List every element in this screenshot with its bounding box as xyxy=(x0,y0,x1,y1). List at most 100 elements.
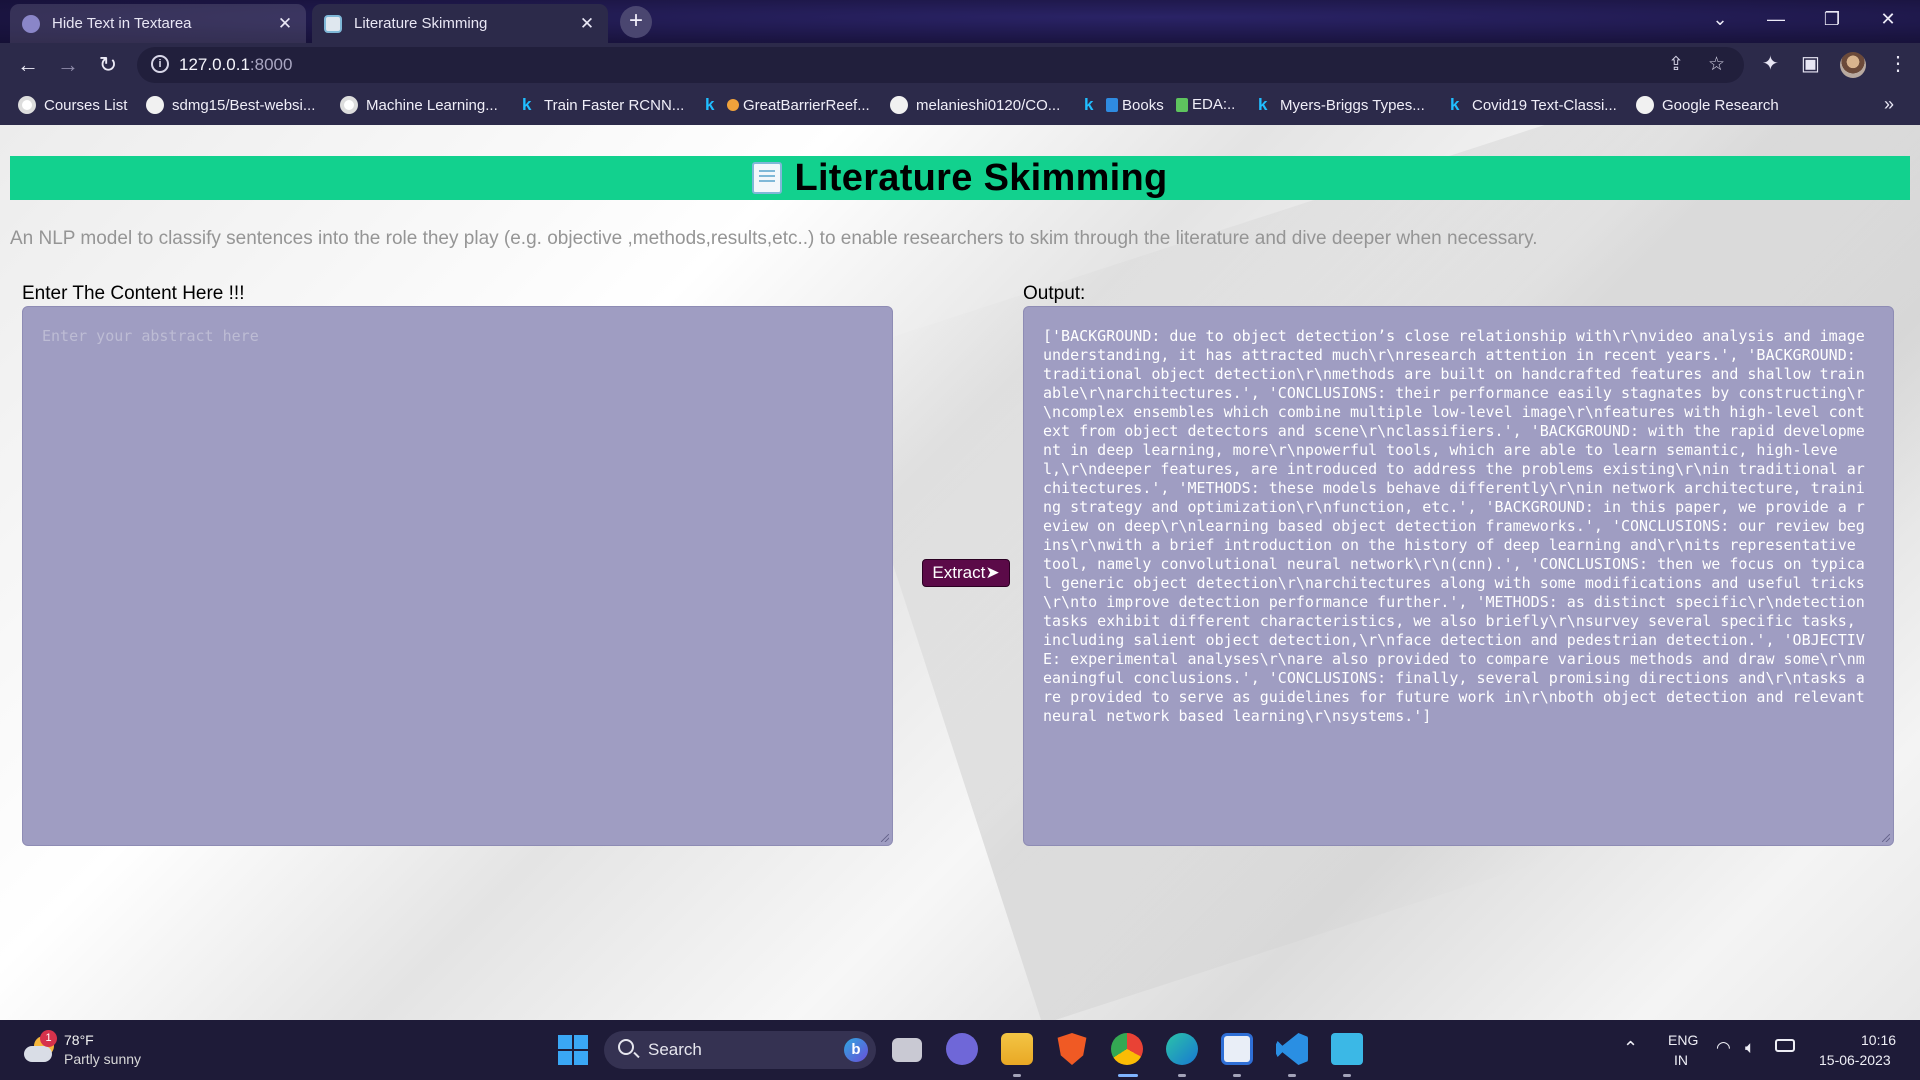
resize-handle-icon[interactable] xyxy=(1882,834,1890,842)
kaggle-icon: k xyxy=(705,95,715,114)
url-host: 127.0.0.1 xyxy=(179,55,250,74)
extract-button[interactable]: Extract➤ xyxy=(922,559,1010,587)
browser-toolbar: ← → ↻ i 127.0.0.1:8000 ⇪ ☆ ✦ ▣ ⋮ xyxy=(0,43,1920,87)
reload-icon[interactable]: ↻ xyxy=(92,49,124,81)
tab-title: Hide Text in Textarea xyxy=(52,15,192,32)
edge-icon[interactable] xyxy=(1166,1033,1198,1065)
language-line1[interactable]: ENG xyxy=(1668,1032,1698,1048)
browser-menu-icon[interactable]: ⋮ xyxy=(1888,51,1908,76)
address-bar[interactable]: i 127.0.0.1:8000 ⇪ ☆ xyxy=(137,47,1744,83)
kaggle-icon: k xyxy=(1450,95,1460,114)
bookmark-covid19[interactable]: k Covid19 Text-Classi... xyxy=(1450,96,1617,114)
tab-search-chevron-icon[interactable]: ⌄ xyxy=(1692,0,1748,40)
bookmark-myers-briggs[interactable]: k Myers-Briggs Types... xyxy=(1258,96,1425,114)
folder-icon xyxy=(1176,97,1188,112)
bookmark-train-faster-rcnn[interactable]: k Train Faster RCNN... xyxy=(522,96,684,114)
more-bookmarks-icon[interactable]: » xyxy=(1884,94,1894,115)
close-tab-icon[interactable]: ✕ xyxy=(578,14,596,34)
google-icon xyxy=(18,96,36,114)
github-icon xyxy=(1636,96,1654,114)
search-label: Search xyxy=(648,1040,702,1059)
bookmarks-bar: Courses List sdmg15/Best-websi... Machin… xyxy=(0,87,1920,125)
notepad-document-icon[interactable] xyxy=(1221,1033,1253,1065)
show-hidden-icons-chevron-icon[interactable]: ⌃ xyxy=(1623,1038,1638,1059)
url-text[interactable]: 127.0.0.1:8000 xyxy=(179,55,292,75)
bookmark-label: sdmg15/Best-websi... xyxy=(172,96,316,114)
bookmark-sdmg15[interactable]: sdmg15/Best-websi... xyxy=(146,96,315,114)
windows-start-icon[interactable] xyxy=(555,1032,591,1068)
tab-title: Literature Skimming xyxy=(354,15,488,32)
side-panel-icon[interactable]: ▣ xyxy=(1801,51,1820,76)
close-window-icon[interactable]: ✕ xyxy=(1860,0,1916,40)
bookmark-machine-learning[interactable]: Machine Learning... xyxy=(340,96,498,114)
page-header: Literature Skimming xyxy=(10,156,1910,200)
bookmark-google-research[interactable]: Google Research xyxy=(1636,96,1779,114)
kaggle-icon: k xyxy=(1258,95,1268,114)
bookmark-label: EDA:.. xyxy=(1192,96,1236,113)
document-icon xyxy=(752,162,783,194)
vscode-icon[interactable] xyxy=(1276,1033,1308,1065)
bookmark-label: Google Research xyxy=(1662,96,1779,114)
bookmark-label: Courses List xyxy=(44,96,128,114)
bookmark-label: Machine Learning... xyxy=(366,96,498,114)
tab-hide-text-in-textarea[interactable]: Hide Text in Textarea ✕ xyxy=(10,4,306,43)
bookmark-label: Covid19 Text-Classi... xyxy=(1472,96,1617,114)
output-textarea[interactable]: ['BACKGROUND: due to object detection’s … xyxy=(1023,306,1894,846)
weather-temperature: 78°F xyxy=(64,1032,94,1048)
bookmark-courses-list[interactable]: Courses List xyxy=(18,96,127,114)
bookmark-star-icon[interactable]: ☆ xyxy=(1708,53,1725,76)
page-content: Literature Skimming An NLP model to clas… xyxy=(0,125,1920,1020)
google-icon xyxy=(340,96,358,114)
page-description: An NLP model to classify sentences into … xyxy=(10,228,1538,249)
chatgpt-favicon-icon xyxy=(22,14,40,33)
tab-literature-skimming[interactable]: Literature Skimming ✕ xyxy=(312,4,608,43)
weather-widget[interactable]: 1 78°F Partly sunny xyxy=(22,1030,202,1070)
extensions-puzzle-icon[interactable]: ✦ xyxy=(1762,51,1779,76)
bing-icon[interactable]: b xyxy=(844,1038,868,1062)
input-label: Enter The Content Here !!! xyxy=(22,283,245,304)
notepad-icon[interactable] xyxy=(1331,1033,1363,1065)
volume-icon[interactable]: 🔈︎ xyxy=(1745,1038,1755,1058)
bookmark-label: Myers-Briggs Types... xyxy=(1280,96,1425,114)
new-tab-button[interactable]: + xyxy=(620,6,652,38)
battery-icon[interactable] xyxy=(1775,1039,1795,1052)
close-tab-icon[interactable]: ✕ xyxy=(276,14,294,34)
minimize-icon[interactable]: — xyxy=(1748,0,1804,40)
brave-browser-icon[interactable] xyxy=(1057,1033,1087,1065)
literature-favicon-icon xyxy=(324,14,342,33)
weather-condition: Partly sunny xyxy=(64,1051,142,1067)
bookmark-eda[interactable]: EDA:.. xyxy=(1176,96,1235,113)
back-arrow-icon[interactable]: ← xyxy=(12,49,44,81)
windows-taskbar: 1 78°F Partly sunny Search b ⌃ ENG IN ◠ … xyxy=(0,1020,1920,1080)
task-view-icon[interactable] xyxy=(892,1038,922,1062)
restore-icon[interactable]: ❐ xyxy=(1804,0,1860,40)
share-icon[interactable]: ⇪ xyxy=(1668,53,1684,76)
bookmark-great-barrier-reef[interactable]: k GreatBarrierReef... xyxy=(705,96,870,114)
resize-handle-icon[interactable] xyxy=(881,834,889,842)
chrome-icon[interactable] xyxy=(1111,1033,1143,1065)
bookmark-books[interactable]: k Books xyxy=(1084,96,1164,114)
kaggle-icon: k xyxy=(1084,95,1094,114)
forward-arrow-icon[interactable]: → xyxy=(52,49,84,81)
search-icon xyxy=(618,1039,634,1055)
teams-chat-icon[interactable] xyxy=(946,1033,978,1065)
bookmark-melanieshi[interactable]: melanieshi0120/CO... xyxy=(890,96,1060,114)
partly-sunny-icon: 1 xyxy=(24,1030,57,1062)
site-info-icon[interactable]: i xyxy=(151,55,169,73)
fish-icon xyxy=(727,99,739,111)
profile-avatar[interactable] xyxy=(1840,52,1866,78)
wifi-icon[interactable]: ◠ xyxy=(1716,1038,1731,1058)
github-icon xyxy=(890,96,908,114)
file-explorer-icon[interactable] xyxy=(1001,1033,1033,1065)
language-line2[interactable]: IN xyxy=(1674,1052,1688,1068)
abstract-input[interactable]: Enter your abstract here xyxy=(22,306,893,846)
abstract-input-placeholder: Enter your abstract here xyxy=(42,327,259,345)
page-title: Literature Skimming xyxy=(794,156,1168,199)
bookmark-label: Books xyxy=(1122,96,1164,114)
taskbar-search[interactable]: Search b xyxy=(604,1031,876,1069)
clock-date[interactable]: 15-06-2023 xyxy=(1819,1052,1891,1068)
kaggle-icon: k xyxy=(522,95,532,114)
bookmark-label: melanieshi0120/CO... xyxy=(916,96,1061,114)
notification-badge: 1 xyxy=(40,1030,57,1047)
clock-time[interactable]: 10:16 xyxy=(1861,1032,1896,1048)
